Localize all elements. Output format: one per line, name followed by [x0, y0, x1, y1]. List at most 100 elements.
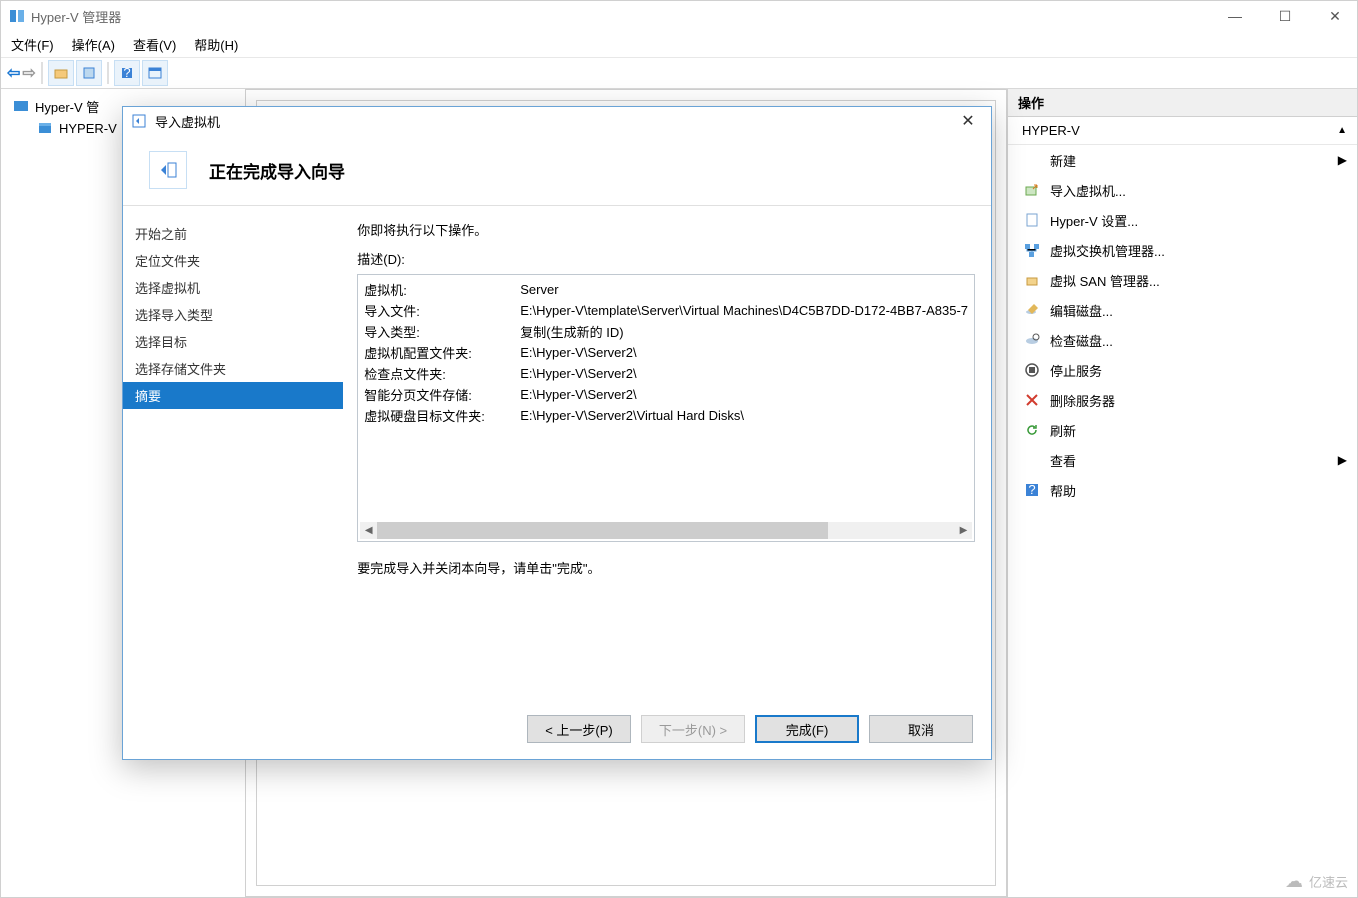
watermark-text: 亿速云 — [1309, 872, 1348, 891]
stop-icon — [1024, 362, 1040, 378]
actions-header: 操作 — [1008, 89, 1357, 117]
close-button[interactable]: ✕ — [1321, 8, 1349, 25]
svg-text:?: ? — [1028, 482, 1035, 497]
server-icon — [37, 120, 53, 136]
wizard-nav: 开始之前 定位文件夹 选择虚拟机 选择导入类型 选择目标 选择存储文件夹 摘要 — [123, 206, 343, 699]
action-stop-service[interactable]: 停止服务 — [1008, 355, 1357, 385]
action-new[interactable]: 新建▶ — [1008, 145, 1357, 175]
chevron-right-icon: ▶ — [1338, 153, 1347, 167]
desc-key-vm: 虚拟机: — [364, 280, 520, 299]
horizontal-scrollbar[interactable]: ◀ ▶ — [360, 522, 972, 539]
dialog-title-text: 导入虚拟机 — [155, 112, 220, 131]
action-check-disk[interactable]: 检查磁盘... — [1008, 325, 1357, 355]
cancel-button[interactable]: 取消 — [869, 715, 973, 743]
desc-key-configfolder: 虚拟机配置文件夹: — [364, 343, 520, 362]
nav-back-icon[interactable]: ⇦ — [7, 63, 20, 83]
nav-step-before[interactable]: 开始之前 — [123, 220, 343, 247]
action-refresh[interactable]: 刷新 — [1008, 415, 1357, 445]
toolbar-help-icon[interactable]: ? — [114, 60, 140, 86]
next-button: 下一步(N) > — [641, 715, 745, 743]
import-dialog-icon — [131, 113, 147, 129]
nav-step-target[interactable]: 选择目标 — [123, 328, 343, 355]
nav-forward-icon[interactable]: ⇨ — [22, 63, 35, 83]
desc-val-vhdtarget: E:\Hyper-V\Server2\Virtual Hard Disks\ — [520, 408, 744, 423]
scroll-left-icon[interactable]: ◀ — [360, 522, 377, 539]
action-view[interactable]: 查看 ▶ — [1008, 445, 1357, 475]
action-view-label: 查看 — [1050, 451, 1076, 470]
actions-group-title[interactable]: HYPER-V ▲ — [1008, 117, 1357, 145]
menu-view[interactable]: 查看(V) — [133, 35, 176, 54]
dialog-close-button[interactable]: ✕ — [953, 111, 983, 131]
menubar: 文件(F) 操作(A) 查看(V) 帮助(H) — [1, 31, 1357, 57]
scroll-track[interactable] — [377, 522, 955, 539]
nav-step-selectvm[interactable]: 选择虚拟机 — [123, 274, 343, 301]
nav-step-summary[interactable]: 摘要 — [123, 382, 343, 409]
toolbar-separator — [41, 62, 43, 84]
action-vswitch-manager[interactable]: 虚拟交换机管理器... — [1008, 235, 1357, 265]
action-vsan-manager[interactable]: 虚拟 SAN 管理器... — [1008, 265, 1357, 295]
action-hyperv-settings[interactable]: Hyper-V 设置... — [1008, 205, 1357, 235]
settings-doc-icon — [1024, 212, 1040, 228]
action-vswitch-label: 虚拟交换机管理器... — [1050, 241, 1165, 260]
toolbar: ⇦ ⇨ ? — [1, 57, 1357, 89]
edit-disk-icon — [1024, 302, 1040, 318]
action-import-vm[interactable]: 导入虚拟机... — [1008, 175, 1357, 205]
desc-key-importfile: 导入文件: — [364, 301, 520, 320]
description-box: 虚拟机:Server 导入文件:E:\Hyper-V\template\Serv… — [357, 274, 975, 542]
desc-val-importfile: E:\Hyper-V\template\Server\Virtual Machi… — [520, 303, 968, 318]
dialog-header: 正在完成导入向导 — [123, 135, 991, 205]
svg-text:?: ? — [123, 66, 130, 80]
action-settings-label: Hyper-V 设置... — [1050, 211, 1138, 230]
nav-step-locate[interactable]: 定位文件夹 — [123, 247, 343, 274]
action-remove-server[interactable]: 删除服务器 — [1008, 385, 1357, 415]
desc-val-smartpaging: E:\Hyper-V\Server2\ — [520, 387, 636, 402]
action-vsan-label: 虚拟 SAN 管理器... — [1050, 271, 1160, 290]
dialog-body: 开始之前 定位文件夹 选择虚拟机 选择导入类型 选择目标 选择存储文件夹 摘要 … — [123, 205, 991, 699]
toolbar-folder-icon[interactable] — [48, 60, 74, 86]
app-icon — [9, 8, 25, 24]
menu-help[interactable]: 帮助(H) — [194, 35, 238, 54]
titlebar: Hyper-V 管理器 ― ☐ ✕ — [1, 1, 1357, 31]
menu-action[interactable]: 操作(A) — [72, 35, 115, 54]
vswitch-icon — [1024, 242, 1040, 258]
action-editdisk-label: 编辑磁盘... — [1050, 301, 1113, 320]
vsan-icon — [1024, 272, 1040, 288]
finish-button[interactable]: 完成(F) — [755, 715, 859, 743]
toolbar-separator — [107, 62, 109, 84]
collapse-icon[interactable]: ▲ — [1337, 125, 1347, 136]
desc-val-checkpoint: E:\Hyper-V\Server2\ — [520, 366, 636, 381]
desc-val-vm: Server — [520, 282, 558, 297]
toolbar-panel-icon[interactable] — [142, 60, 168, 86]
maximize-button[interactable]: ☐ — [1271, 8, 1299, 25]
action-help[interactable]: ? 帮助 — [1008, 475, 1357, 505]
desc-val-importtype: 复制(生成新的 ID) — [520, 322, 623, 341]
action-checkdisk-label: 检查磁盘... — [1050, 331, 1113, 350]
nav-step-storage[interactable]: 选择存储文件夹 — [123, 355, 343, 382]
watermark: ☁ 亿速云 — [1285, 871, 1348, 892]
minimize-button[interactable]: ― — [1221, 8, 1249, 25]
toolbar-properties-icon[interactable] — [76, 60, 102, 86]
chevron-right-icon: ▶ — [1338, 453, 1347, 467]
scroll-right-icon[interactable]: ▶ — [955, 522, 972, 539]
action-help-label: 帮助 — [1050, 481, 1076, 500]
window-title: Hyper-V 管理器 — [31, 7, 121, 26]
summary-intro: 你即将执行以下操作。 — [357, 220, 975, 239]
scroll-thumb[interactable] — [377, 522, 828, 539]
actions-group-label: HYPER-V — [1022, 123, 1080, 138]
wizard-content: 你即将执行以下操作。 描述(D): 虚拟机:Server 导入文件:E:\Hyp… — [343, 206, 991, 699]
refresh-icon — [1024, 422, 1040, 438]
prev-button[interactable]: < 上一步(P) — [527, 715, 631, 743]
menu-file[interactable]: 文件(F) — [11, 35, 54, 54]
tree-root-label: Hyper-V 管 — [35, 97, 99, 116]
delete-icon — [1024, 392, 1040, 408]
action-remove-label: 删除服务器 — [1050, 391, 1115, 410]
dialog-titlebar: 导入虚拟机 ✕ — [123, 107, 991, 135]
import-icon — [1024, 182, 1040, 198]
action-refresh-label: 刷新 — [1050, 421, 1076, 440]
action-edit-disk[interactable]: 编辑磁盘... — [1008, 295, 1357, 325]
import-vm-dialog: 导入虚拟机 ✕ 正在完成导入向导 开始之前 定位文件夹 选择虚拟机 选择导入类型… — [122, 106, 992, 760]
nav-step-importtype[interactable]: 选择导入类型 — [123, 301, 343, 328]
server-group-icon — [13, 98, 29, 114]
description-label: 描述(D): — [357, 249, 975, 268]
desc-val-configfolder: E:\Hyper-V\Server2\ — [520, 345, 636, 360]
